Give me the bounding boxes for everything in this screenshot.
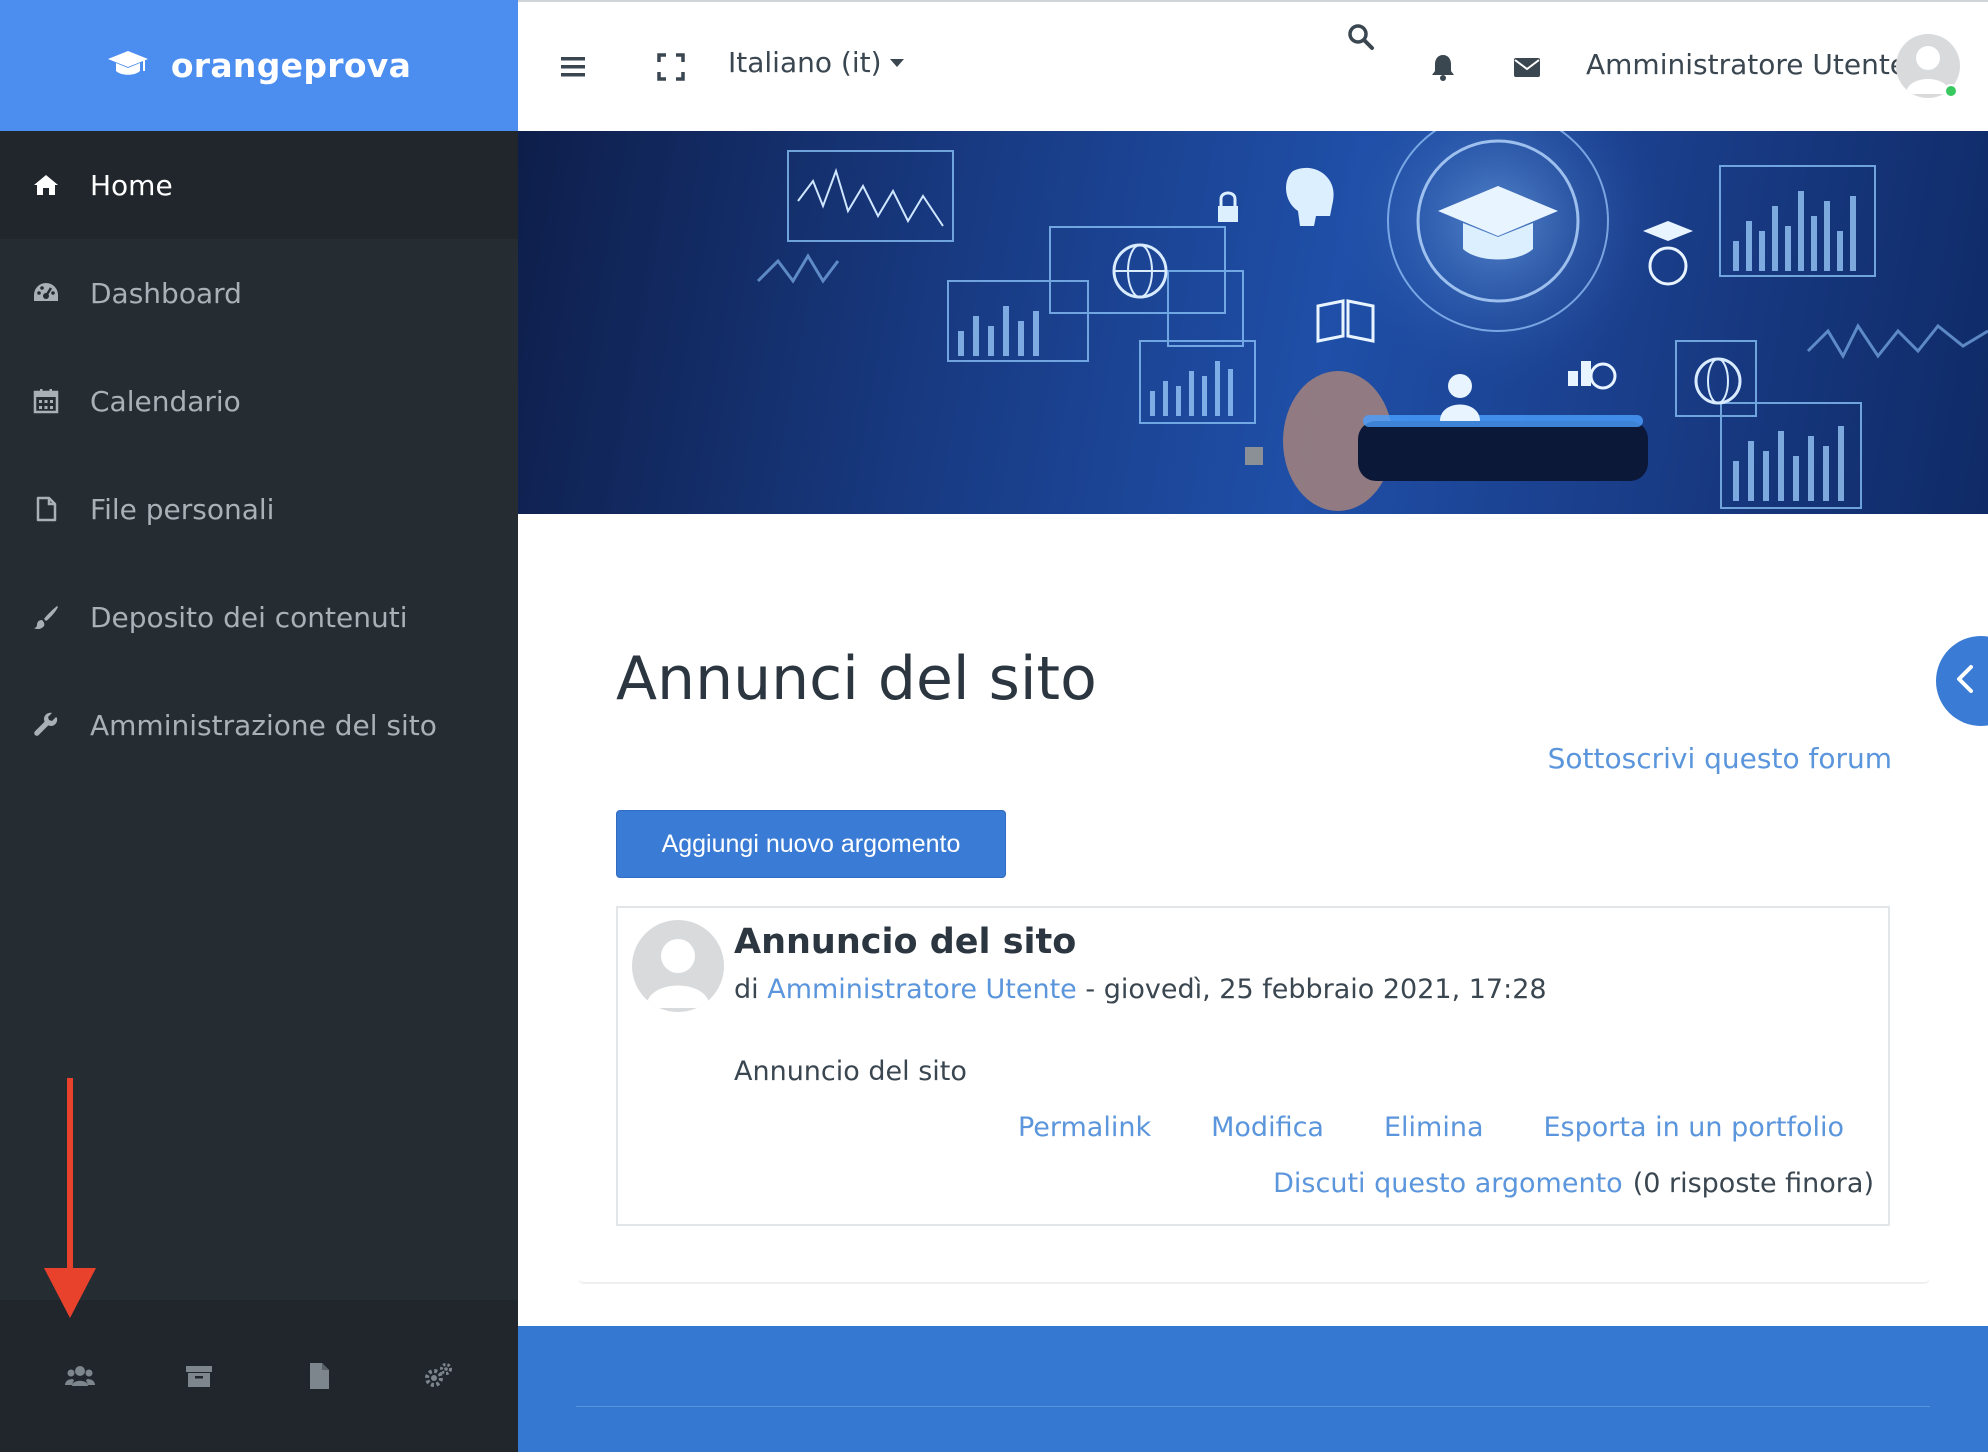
menu-icon[interactable] <box>558 52 588 82</box>
envelope-icon[interactable] <box>1512 52 1542 82</box>
replies-count: (0 risposte finora) <box>1632 1168 1874 1199</box>
edit-link[interactable]: Modifica <box>1211 1112 1324 1143</box>
page-title: Annunci del sito <box>616 644 1097 714</box>
post-body: Annuncio del sito <box>734 1056 967 1087</box>
sidebar-item-amministrazione[interactable]: Amministrazione del sito <box>0 671 518 779</box>
sidebar-item-dashboard[interactable]: Dashboard <box>0 239 518 347</box>
bell-icon[interactable] <box>1428 52 1458 82</box>
user-menu-name[interactable]: Amministratore Utente <box>1586 48 1907 81</box>
post-discuss: Discuti questo argomento (0 risposte fino… <box>1273 1168 1874 1199</box>
sidebar-item-label: Calendario <box>90 384 241 418</box>
post-by-prefix: di <box>734 974 759 1005</box>
post-title: Annuncio del sito <box>734 922 1077 962</box>
sidebar-item-label: Amministrazione del sito <box>90 708 437 742</box>
delete-link[interactable]: Elimina <box>1384 1112 1484 1143</box>
post-author-avatar[interactable] <box>632 920 724 1012</box>
chevron-down-icon <box>889 58 904 67</box>
brand-header[interactable]: orangeprova <box>0 0 518 131</box>
sidebar-item-label: Dashboard <box>90 276 242 310</box>
post-date: - giovedì, 25 febbraio 2021, 17:28 <box>1085 974 1547 1005</box>
paintbrush-icon <box>32 603 60 631</box>
discuss-topic-link[interactable]: Discuti questo argomento <box>1273 1168 1623 1199</box>
language-selector[interactable]: Italiano (it) <box>728 46 904 79</box>
chevron-left-icon <box>1954 664 1976 698</box>
export-portfolio-link[interactable]: Esporta in un portfolio <box>1544 1112 1845 1143</box>
sidebar-item-calendario[interactable]: Calendario <box>0 347 518 455</box>
brand-name: orangeprova <box>170 46 412 85</box>
home-icon <box>32 171 60 199</box>
hero-banner-image <box>518 131 1988 514</box>
search-icon[interactable] <box>1346 22 1376 52</box>
top-navbar: Italiano (it) Amministratore Utente <box>518 0 1988 131</box>
fullscreen-icon[interactable] <box>656 52 686 82</box>
forum-post: Annuncio del sito di Amministratore Uten… <box>616 906 1890 1226</box>
calendar-icon <box>32 387 60 415</box>
users-icon[interactable] <box>63 1359 97 1393</box>
wrench-icon <box>32 711 60 739</box>
language-label: Italiano (it) <box>728 46 882 79</box>
post-meta: di Amministratore Utente - giovedì, 25 f… <box>734 974 1547 1005</box>
sidebar-item-file-personali[interactable]: File personali <box>0 455 518 563</box>
sidebar-item-label: Deposito dei contenuti <box>90 600 408 634</box>
annotation-arrow <box>44 1078 96 1318</box>
graduation-cap-icon <box>107 49 149 83</box>
online-status-dot <box>1944 84 1958 98</box>
dashboard-icon <box>32 279 60 307</box>
add-new-topic-button[interactable]: Aggiungi nuovo argomento <box>616 810 1006 878</box>
sidebar-item-deposito-contenuti[interactable]: Deposito dei contenuti <box>0 563 518 671</box>
main-content: Annunci del sito Sottoscrivi questo foru… <box>518 514 1988 1324</box>
post-actions: Permalink Modifica Elimina Esporta in un… <box>1018 1112 1844 1143</box>
cogs-icon[interactable] <box>421 1359 455 1393</box>
document-icon[interactable] <box>302 1359 336 1393</box>
permalink-link[interactable]: Permalink <box>1018 1112 1151 1143</box>
sidebar-item-home[interactable]: Home <box>0 131 518 239</box>
file-icon <box>32 495 60 523</box>
footer-divider <box>576 1406 1930 1407</box>
sidebar-nav: Home Dashboard Calendario File personali… <box>0 131 518 779</box>
page-footer <box>518 1326 1988 1452</box>
archive-icon[interactable] <box>182 1359 216 1393</box>
sidebar-item-label: Home <box>90 168 173 202</box>
post-author-link[interactable]: Amministratore Utente <box>767 974 1077 1005</box>
sidebar-item-label: File personali <box>90 492 275 526</box>
subscribe-forum-link[interactable]: Sottoscrivi questo forum <box>1548 742 1892 775</box>
